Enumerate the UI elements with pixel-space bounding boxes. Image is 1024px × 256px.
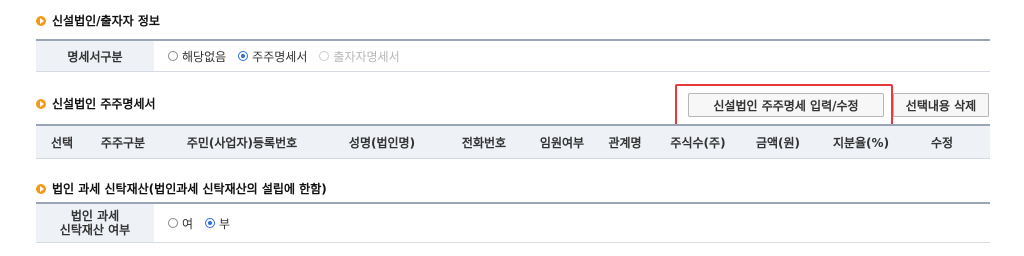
col-relation: 관계명 (608, 135, 642, 150)
col-name: 성명(법인명) (348, 135, 416, 150)
col-phone: 전화번호 (461, 135, 507, 150)
section-title-text: 법인 과세 신탁재산(법인과세 신탁재산의 설립에 한함) (52, 182, 327, 196)
bullet-icon (36, 15, 46, 26)
shareholder-input-button[interactable]: 신설법인 주주명세 입력/수정 (688, 93, 884, 117)
col-amount: 금액(원) (755, 135, 801, 150)
bullet-icon (36, 98, 46, 109)
col-executive: 임원여부 (539, 135, 585, 150)
section-title-text: 신설법인 주주명세서 (52, 97, 156, 111)
radio-no[interactable] (205, 218, 216, 228)
section-title-trust-property: 법인 과세 신탁재산(법인과세 신탁재산의 설립에 한함) (36, 180, 327, 197)
radio-shareholder[interactable] (238, 51, 249, 61)
radio-investor-label: 출자자명세서 (333, 49, 400, 64)
radio-none-label[interactable]: 해당없음 (182, 48, 226, 65)
trust-property-label: 법인 과세 신탁재산 여부 (36, 204, 154, 242)
statement-type-row: 명세서구분 해당없음 주주명세서 출자자명세서 (36, 39, 990, 72)
statement-type-label: 명세서구분 (36, 41, 154, 71)
statement-type-options: 해당없음 주주명세서 출자자명세서 (154, 41, 408, 71)
trust-label-line1: 법인 과세 (70, 209, 120, 223)
trust-label-line2: 신탁재산 여부 (59, 223, 131, 237)
shareholder-table-header: 선택 주주구분 주민(사업자)등록번호 성명(법인명) 전화번호 임원여부 관계… (36, 124, 990, 159)
col-shares: 주식수(주) (670, 135, 726, 150)
col-select: 선택 (50, 135, 74, 150)
col-edit: 수정 (930, 135, 954, 150)
delete-selected-button[interactable]: 선택내용 삭제 (893, 93, 989, 117)
radio-yes-label[interactable]: 여 (182, 215, 193, 232)
col-ratio: 지분율(%) (832, 135, 890, 150)
radio-yes[interactable] (168, 218, 178, 228)
radio-shareholder-label[interactable]: 주주명세서 (252, 48, 307, 65)
col-type: 주주구분 (100, 135, 146, 150)
radio-no-label[interactable]: 부 (219, 215, 230, 232)
trust-property-row: 법인 과세 신탁재산 여부 여 부 (36, 202, 990, 243)
trust-property-options: 여 부 (154, 204, 238, 242)
bullet-icon (36, 183, 46, 194)
section-title-shareholder-list: 신설법인 주주명세서 (36, 95, 156, 112)
section-title-company-info: 신설법인/출자자 정보 (36, 12, 160, 29)
col-reg-number: 주민(사업자)등록번호 (186, 135, 298, 150)
section-title-text: 신설법인/출자자 정보 (52, 14, 160, 28)
radio-investor (319, 51, 330, 61)
radio-none[interactable] (168, 51, 178, 61)
